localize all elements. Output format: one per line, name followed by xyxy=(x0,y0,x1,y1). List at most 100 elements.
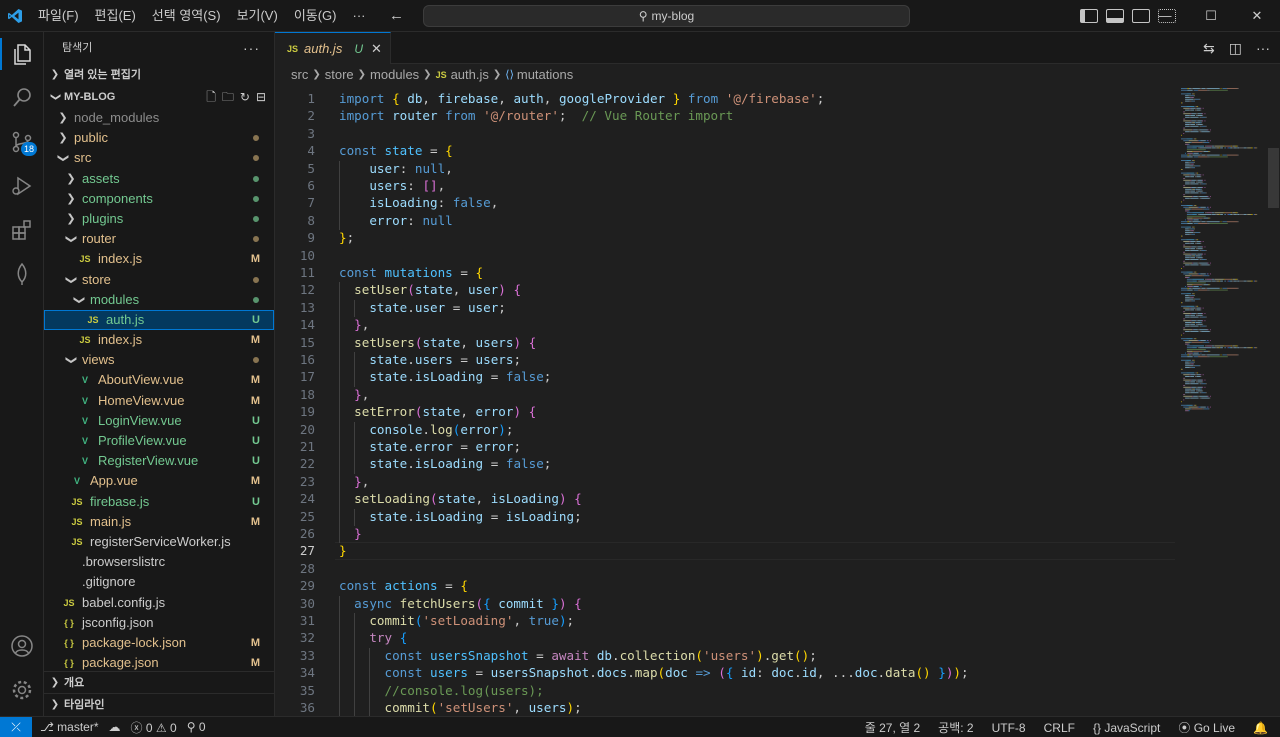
project-section[interactable]: ❯ MY-BLOG 🗋 🗀 ↻ ⊟ xyxy=(44,86,274,108)
tree-file[interactable]: V AboutView.vue M xyxy=(44,370,274,390)
minimap-token xyxy=(1191,93,1194,95)
tree-folder[interactable]: ❯ store xyxy=(44,270,274,290)
menu-more[interactable]: ··· xyxy=(345,0,374,32)
tree-folder[interactable]: ❯ views xyxy=(44,350,274,370)
more-actions-icon[interactable]: ··· xyxy=(1256,40,1270,56)
code-editor[interactable]: 1 import { db, firebase, auth, googleProv… xyxy=(275,86,1175,716)
tree-file[interactable]: JS auth.js U xyxy=(44,309,274,331)
breadcrumb-symbol[interactable]: mutations xyxy=(517,64,573,86)
accounts-activity[interactable] xyxy=(0,624,44,668)
open-editors-section[interactable]: ❯ 열려 있는 편집기 xyxy=(44,64,274,86)
tree-file[interactable]: V HomeView.vue M xyxy=(44,391,274,411)
minimap-token xyxy=(1192,212,1204,214)
tree-file[interactable]: V LoginView.vue U xyxy=(44,411,274,431)
tree-file[interactable]: JS index.js M xyxy=(44,249,274,269)
menu-go[interactable]: 이동(G) xyxy=(286,0,345,32)
minimap[interactable] xyxy=(1175,86,1265,426)
source-control-activity[interactable]: 18 xyxy=(0,120,44,164)
new-file-icon[interactable]: 🗋 xyxy=(206,86,216,108)
tree-folder[interactable]: ❯ plugins xyxy=(44,209,274,229)
minimap-token xyxy=(1205,154,1208,156)
tree-file[interactable]: JS main.js M xyxy=(44,512,274,532)
collapse-all-icon[interactable]: ⊟ xyxy=(256,86,266,108)
tree-file[interactable]: JS registerServiceWorker.js xyxy=(44,532,274,552)
cursor-position[interactable]: 줄 27, 열 2 xyxy=(865,719,920,736)
open-changes-icon[interactable]: ⇆ xyxy=(1203,40,1215,57)
notifications-icon[interactable]: 🔔 xyxy=(1253,721,1268,735)
editor-scrollbar[interactable] xyxy=(1266,86,1280,716)
refresh-icon[interactable]: ↻ xyxy=(240,86,250,108)
tree-folder[interactable]: ❯ public xyxy=(44,128,274,148)
code-token: import xyxy=(339,91,393,106)
tree-folder[interactable]: ❯ router xyxy=(44,229,274,249)
menu-selection[interactable]: 선택 영역(S) xyxy=(144,0,229,32)
menu-view[interactable]: 보기(V) xyxy=(229,0,286,32)
tree-file[interactable]: .browserslistrc xyxy=(44,552,274,572)
new-folder-icon[interactable]: 🗀 xyxy=(222,86,234,108)
tree-file[interactable]: { } package-lock.json M xyxy=(44,633,274,653)
sync-icon[interactable]: ☁ xyxy=(109,720,121,734)
indentation[interactable]: 공백: 2 xyxy=(938,719,973,736)
ports-status[interactable]: ⚲ 0 xyxy=(187,720,206,734)
minimap-token xyxy=(1185,163,1190,165)
problems-status[interactable]: ⓧ 0 ⚠ 0 xyxy=(131,719,177,736)
minimap-token xyxy=(1190,264,1199,266)
encoding[interactable]: UTF-8 xyxy=(992,721,1026,735)
menu-edit[interactable]: 편집(E) xyxy=(87,0,144,32)
tree-file[interactable]: JS index.js M xyxy=(44,330,274,350)
code-token: setError xyxy=(354,404,415,420)
mongodb-activity[interactable] xyxy=(0,252,44,296)
branch-status[interactable]: ⎇ master* xyxy=(40,720,99,734)
minimize-button[interactable]: — xyxy=(1142,0,1188,32)
close-icon[interactable]: ✕ xyxy=(371,41,382,57)
toggle-primary-sidebar-icon[interactable] xyxy=(1080,9,1098,23)
language-mode[interactable]: {} JavaScript xyxy=(1093,721,1160,735)
search-activity[interactable] xyxy=(0,76,44,120)
more-actions-icon[interactable]: ··· xyxy=(243,32,260,64)
tree-folder[interactable]: ❯ components xyxy=(44,189,274,209)
tree-file[interactable]: JS babel.config.js xyxy=(44,593,274,613)
code-token: state xyxy=(369,508,408,524)
extensions-activity[interactable] xyxy=(0,208,44,252)
maximize-button[interactable]: ☐ xyxy=(1188,0,1234,32)
run-debug-activity[interactable] xyxy=(0,164,44,208)
minimap-token xyxy=(1215,214,1217,215)
scrollbar-thumb[interactable] xyxy=(1268,148,1279,208)
go-live-button[interactable]: ⦿ Go Live xyxy=(1178,719,1235,736)
js-file-icon: JS xyxy=(435,70,447,80)
end-of-line[interactable]: CRLF xyxy=(1044,721,1075,735)
tree-file[interactable]: JS firebase.js U xyxy=(44,492,274,512)
code-token: . xyxy=(407,456,415,472)
command-center-search[interactable]: ⚲ my-blog xyxy=(423,5,910,27)
close-window-button[interactable]: ✕ xyxy=(1234,0,1280,32)
explorer-activity[interactable] xyxy=(0,32,44,76)
tree-file[interactable]: V RegisterView.vue U xyxy=(44,451,274,471)
minimap-token xyxy=(1185,383,1190,385)
breadcrumb-modules[interactable]: modules xyxy=(370,64,419,86)
minimap-token xyxy=(1188,140,1198,142)
toggle-panel-icon[interactable] xyxy=(1106,9,1124,23)
breadcrumb-file[interactable]: auth.js xyxy=(451,64,489,86)
menu-file[interactable]: 파일(F) xyxy=(30,0,87,32)
tree-file[interactable]: V ProfileView.vue U xyxy=(44,431,274,451)
split-editor-icon[interactable]: ◫ xyxy=(1229,40,1242,57)
tree-folder[interactable]: ❯ assets xyxy=(44,169,274,189)
outline-section[interactable]: ❯ 개요 xyxy=(44,672,274,694)
tree-folder[interactable]: ❯ modules xyxy=(44,290,274,310)
code-token: ; xyxy=(816,91,825,106)
tree-file[interactable]: V App.vue M xyxy=(44,471,274,491)
breadcrumb-store[interactable]: store xyxy=(325,64,354,86)
minimap-token xyxy=(1192,350,1194,352)
back-arrow-icon[interactable]: ← xyxy=(386,7,408,24)
tab-auth-js[interactable]: JS auth.js U ✕ xyxy=(275,32,391,64)
tree-folder[interactable]: ❯ src xyxy=(44,148,274,168)
remote-indicator[interactable]: ⤫ xyxy=(0,716,32,737)
minimap-token xyxy=(1253,280,1255,282)
manage-activity[interactable] xyxy=(0,668,44,712)
breadcrumb-src[interactable]: src xyxy=(291,64,308,86)
minimap-token xyxy=(1196,109,1201,111)
timeline-section[interactable]: ❯ 타임라인 xyxy=(44,694,274,716)
tree-folder[interactable]: ❯ node_modules xyxy=(44,108,274,128)
tree-file[interactable]: .gitignore xyxy=(44,572,274,592)
tree-file[interactable]: { } jsconfig.json xyxy=(44,613,274,633)
